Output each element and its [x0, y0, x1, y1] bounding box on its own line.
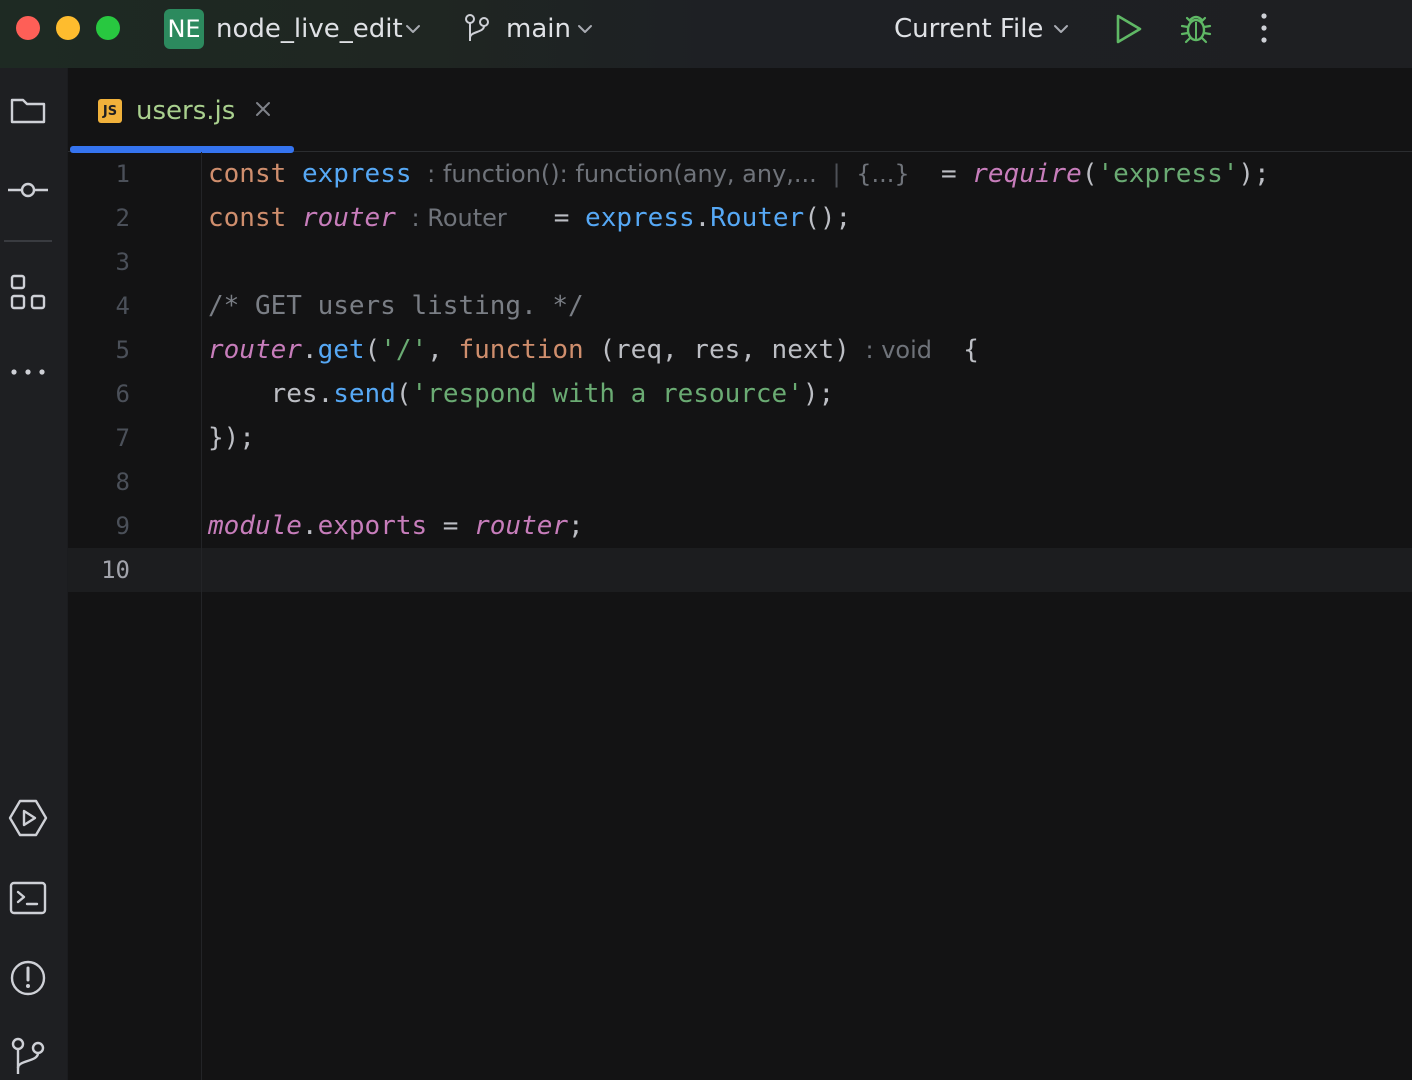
more-actions-icon[interactable] [1252, 10, 1276, 46]
tab-label[interactable]: users.js [136, 94, 235, 128]
code-text: /* GET users listing. */ [208, 284, 584, 328]
code-editor[interactable]: 1 const express : function(): function(a… [68, 152, 1412, 1080]
code-line: 6 res.send('respond with a resource'); [68, 372, 1412, 416]
run-icon[interactable] [8, 798, 48, 838]
tab-users-js[interactable]: JS users.js [70, 68, 294, 152]
code-text: const express : function(): function(any… [208, 152, 1270, 196]
code-line: 7 }); [68, 416, 1412, 460]
project-badge[interactable]: NE [164, 9, 204, 49]
code-line: 1 const express : function(): function(a… [68, 152, 1412, 196]
close-window-button[interactable] [16, 16, 40, 40]
code-text: router.get('/', function (req, res, next… [208, 328, 979, 372]
commit-icon[interactable] [8, 170, 48, 210]
code-line: 8 [68, 460, 1412, 504]
code-text: const router : Router = express.Router()… [208, 196, 851, 240]
code-text: res.send('respond with a resource'); [208, 372, 834, 416]
minimize-window-button[interactable] [56, 16, 80, 40]
debug-icon[interactable] [1178, 10, 1214, 46]
code-line: 9 module.exports = router; [68, 504, 1412, 548]
code-text: }); [208, 416, 255, 460]
code-text: module.exports = router; [208, 504, 584, 548]
more-tools-icon[interactable] [8, 352, 48, 392]
zoom-window-button[interactable] [96, 16, 120, 40]
code-line: 4 /* GET users listing. */ [68, 284, 1412, 328]
branch-icon[interactable] [462, 13, 492, 45]
toolstrip-divider [4, 240, 52, 242]
run-configuration-selector[interactable]: Current File [894, 12, 1043, 46]
code-line: 5 router.get('/', function (req, res, ne… [68, 328, 1412, 372]
branch-name[interactable]: main [506, 12, 571, 46]
line-number-gutter [68, 152, 202, 1080]
type-hint: : function(): function(any, any,... [427, 160, 817, 188]
problems-icon[interactable] [8, 958, 48, 998]
project-folder-icon[interactable] [8, 90, 48, 130]
tool-window-strip [0, 68, 68, 1080]
editor-pane: JS users.js 1 const express : function()… [68, 68, 1412, 1080]
chevron-down-icon[interactable] [404, 20, 422, 38]
type-hint: : void [865, 336, 932, 364]
project-name[interactable]: node_live_edit [216, 12, 403, 46]
close-tab-icon[interactable] [252, 98, 274, 120]
chevron-down-icon[interactable] [1052, 20, 1070, 38]
git-icon[interactable] [8, 1036, 48, 1076]
code-line: 3 [68, 240, 1412, 284]
code-line: 2 const router : Router = express.Router… [68, 196, 1412, 240]
run-icon[interactable] [1112, 12, 1144, 46]
chevron-down-icon[interactable] [576, 20, 594, 38]
structure-icon[interactable] [8, 272, 48, 312]
terminal-icon[interactable] [8, 878, 48, 918]
title-bar: NE node_live_edit main Current File [0, 0, 1412, 68]
type-hint: : Router [412, 204, 507, 232]
current-code-line: 10 [68, 548, 1412, 592]
type-hint[interactable]: {...} [856, 160, 909, 188]
editor-tab-bar: JS users.js [68, 68, 1412, 152]
javascript-file-icon: JS [98, 99, 122, 123]
